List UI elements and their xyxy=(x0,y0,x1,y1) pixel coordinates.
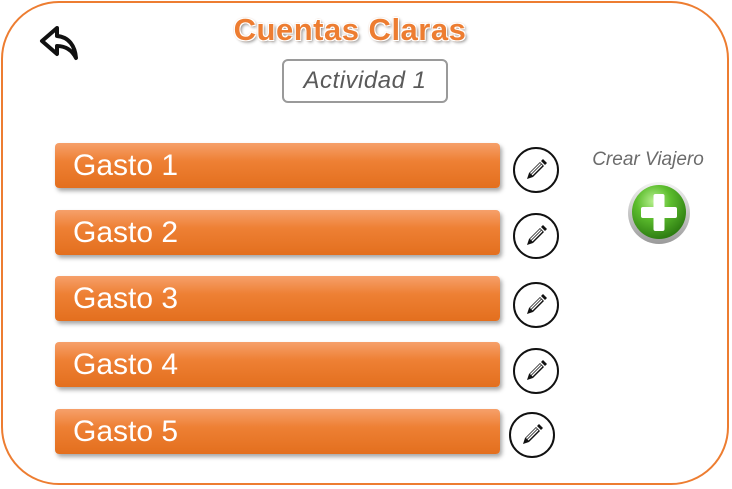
edit-gasto-button[interactable] xyxy=(513,213,559,259)
pencil-icon xyxy=(527,360,547,380)
gasto-button[interactable]: Gasto 5 xyxy=(55,409,500,454)
create-traveler-label: Crear Viajero xyxy=(592,149,704,170)
edit-gasto-button[interactable] xyxy=(513,282,559,328)
gasto-button[interactable]: Gasto 2 xyxy=(55,210,500,255)
pencil-icon xyxy=(527,159,547,179)
activity-name: Actividad 1 xyxy=(282,59,448,103)
back-button[interactable] xyxy=(38,24,82,64)
edit-gasto-button[interactable] xyxy=(509,412,555,458)
plus-icon xyxy=(628,182,690,244)
edit-gasto-button[interactable] xyxy=(513,147,559,193)
gasto-button[interactable]: Gasto 3 xyxy=(55,276,500,321)
pencil-icon xyxy=(527,294,547,314)
create-traveler-button[interactable] xyxy=(627,180,691,244)
pencil-icon xyxy=(523,424,543,444)
pencil-icon xyxy=(527,225,547,245)
edit-gasto-button[interactable] xyxy=(513,348,559,394)
back-arrow-icon xyxy=(40,26,78,60)
gasto-button[interactable]: Gasto 4 xyxy=(55,342,500,387)
app-title: Cuentas Claras xyxy=(233,12,467,47)
gasto-button[interactable]: Gasto 1 xyxy=(55,143,500,188)
